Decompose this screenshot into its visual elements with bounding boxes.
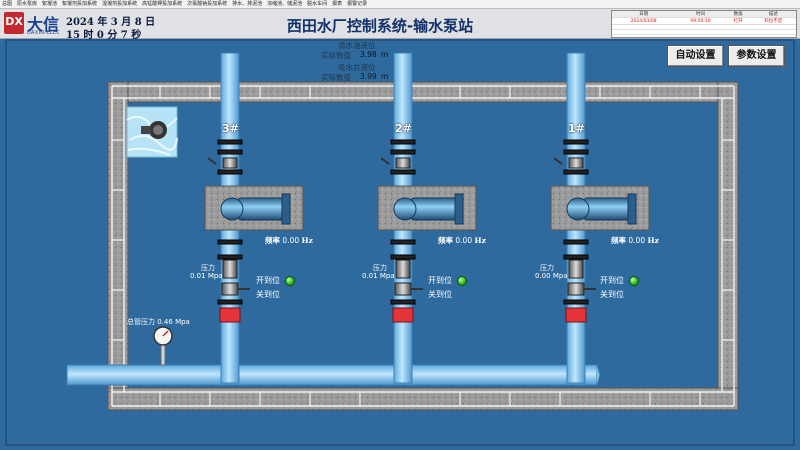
pump-1-open-lamp-icon <box>629 276 639 286</box>
pump-1-valve-closed-label: 关到位 <box>600 290 624 299</box>
pump-1-pressure-value: 0.00 Mpa <box>535 272 568 280</box>
pump-1-flange <box>563 239 589 245</box>
pump-3-number: 3# <box>222 122 239 135</box>
pump-3-flange <box>217 149 243 155</box>
pump-1-flange <box>563 149 589 155</box>
pump-2-flange <box>390 299 416 305</box>
pump-3-flange <box>217 299 243 305</box>
level-sensor-icon <box>126 106 178 158</box>
pump-2-flange <box>390 254 416 260</box>
pump-1-pump-volute-icon <box>566 197 590 221</box>
auto-settings-button[interactable]: 自动设置 <box>667 45 724 67</box>
pump-3-frequency: 频率 0.00 Hz <box>265 236 313 245</box>
main-pressure-label: 总管压力 <box>127 318 155 326</box>
pump-3-flange <box>217 239 243 245</box>
suction-well-level-unit: m <box>381 72 389 81</box>
pump-3-flowmeter-icon <box>219 307 241 323</box>
pump-2-pressure-value: 0.01 Mpa <box>362 272 395 280</box>
pump-3-pressure-value: 0.01 Mpa <box>190 272 223 280</box>
pump-1-flange <box>563 169 589 175</box>
pump-2-butterfly-valve-icon <box>394 282 412 296</box>
pump-2-frequency: 频率 0.00 Hz <box>438 236 486 245</box>
pump-3-flange <box>217 169 243 175</box>
pump-2-flowmeter-icon <box>392 307 414 323</box>
pump-1-check-valve-icon <box>568 157 584 169</box>
clear-water-actual-label: 实际数值 <box>321 51 351 60</box>
clear-water-level-value: 3.98 <box>360 50 377 59</box>
pump-1-flange <box>563 299 589 305</box>
pump-2-flange <box>390 139 416 145</box>
pump-1-number: 1# <box>568 122 585 135</box>
pump-3-valve-closed-label: 关到位 <box>256 290 280 299</box>
pump-3-inlet-handle-icon <box>207 157 217 165</box>
pump-3-open-lamp-icon <box>285 276 295 286</box>
pump-3-flange <box>217 139 243 145</box>
pump-1-pressure-tap-icon <box>568 259 584 279</box>
pump-2-flange <box>390 149 416 155</box>
pump-2-open-lamp-icon <box>457 276 467 286</box>
pump-3-pressure-tap-icon <box>222 259 238 279</box>
pump-2-valve-open-label: 开到位 <box>428 276 452 285</box>
tank-wall <box>107 81 739 411</box>
suction-well-actual-label: 实际数值 <box>321 73 351 82</box>
main-header-pipe <box>66 364 601 386</box>
pump-1-flowmeter-icon <box>565 307 587 323</box>
pump-2-motor-fan <box>454 193 464 225</box>
pump-2-valve-closed-label: 关到位 <box>428 290 452 299</box>
parameter-settings-button[interactable]: 参数设置 <box>728 45 785 67</box>
pump-2-flange <box>390 239 416 245</box>
pump-1-inlet-handle-icon <box>553 157 563 165</box>
main-pressure-gauge-icon <box>153 326 173 366</box>
pump-3-valve-open-label: 开到位 <box>256 276 280 285</box>
clear-water-level-unit: m <box>381 50 389 59</box>
pump-1-flange <box>563 139 589 145</box>
pump-2-inlet-handle-icon <box>380 157 390 165</box>
pump-3-pump-volute-icon <box>220 197 244 221</box>
scada-screen: 总图 原水泵房 絮凝池 絮凝剂投加系统 混凝剂投加系统 高锰酸钾投加系统 次氯酸… <box>0 0 800 450</box>
pump-1-butterfly-valve-icon <box>567 282 585 296</box>
main-pressure-value: 0.46 <box>157 318 173 326</box>
pump-3-motor-fan <box>281 193 291 225</box>
pump-2-check-valve-icon <box>395 157 411 169</box>
pump-2-flange <box>390 169 416 175</box>
pump-3-check-valve-icon <box>222 157 238 169</box>
pump-2-pump-volute-icon <box>393 197 417 221</box>
suction-well-level-value: 3.99 <box>360 72 377 81</box>
pump-3-motor-icon <box>237 197 285 221</box>
pump-1-motor-icon <box>583 197 631 221</box>
pump-1-frequency: 频率 0.00 Hz <box>611 236 659 245</box>
pump-1-motor-fan <box>627 193 637 225</box>
pump-2-pressure-tap-icon <box>395 259 411 279</box>
pump-3-flange <box>217 254 243 260</box>
main-pressure-unit: Mpa <box>175 318 190 326</box>
pump-2-number: 2# <box>395 122 412 135</box>
pump-2-motor-icon <box>410 197 458 221</box>
pump-1-valve-open-label: 开到位 <box>600 276 624 285</box>
main-pressure-readout: 总管压力 0.46 Mpa <box>127 317 190 327</box>
process-diagram <box>5 39 795 446</box>
pump-1-flange <box>563 254 589 260</box>
pump-3-butterfly-valve-icon <box>221 282 239 296</box>
